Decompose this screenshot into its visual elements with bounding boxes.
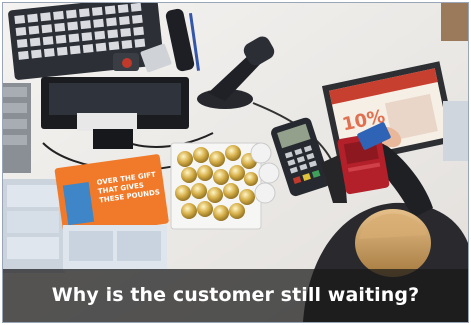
photo-frame: OVER THE GIFT THAT GIVES THESE POUNDS 10… [2,2,469,323]
wooden-item [441,3,468,41]
right-rack [443,101,468,161]
chocolate-tray [170,142,262,230]
caption-bar: Why is the customer still waiting? [3,269,468,322]
caption-text: Why is the customer still waiting? [51,284,420,306]
gift-card-rack [3,179,65,273]
